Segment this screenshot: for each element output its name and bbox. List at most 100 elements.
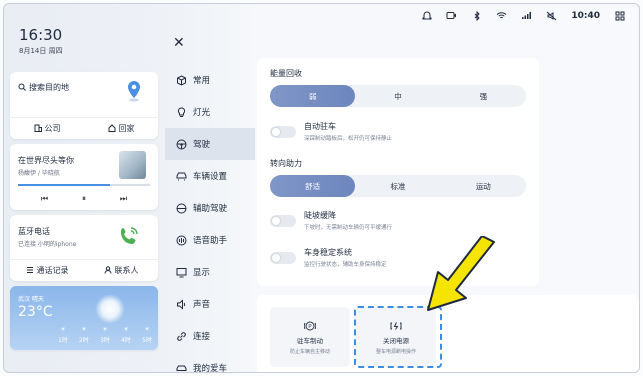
stability-toggle[interactable]: [270, 252, 296, 264]
notification-icon: [421, 10, 432, 21]
house-icon: [108, 123, 116, 134]
screen: 10:40 16:30 8月14日 周四 搜索目的地 公司 回家 在世界尽头等你…: [3, 3, 640, 373]
sun-small-icon: ☀: [102, 326, 108, 333]
sidebar-item-vehicle[interactable]: 车辆设置: [165, 160, 255, 192]
auto-hold-toggle[interactable]: [270, 126, 296, 138]
sidebar-item-label: 显示: [193, 268, 211, 278]
forecast-item: ☀ 4时: [121, 326, 131, 344]
highlight-box: [354, 306, 442, 368]
sidebar-item-display[interactable]: 显示: [165, 256, 255, 288]
sidebar-item-connection[interactable]: 连接: [165, 320, 255, 352]
forecast-hour: 5时: [142, 337, 152, 344]
steering-option-comfort[interactable]: 舒适: [270, 175, 356, 197]
person-icon: [104, 265, 112, 276]
phone-icon: [121, 227, 138, 244]
forecast-item: ☀ 3时: [100, 326, 110, 344]
speaker-icon: [175, 298, 187, 310]
call-log-label: 通话记录: [36, 266, 69, 275]
sidebar-item-label: 辅助驾驶: [193, 204, 228, 214]
pointer-arrow-icon: [427, 236, 495, 311]
steering-assist-label: 转向助力: [270, 159, 302, 168]
sidebar-item-label: 声音: [193, 300, 211, 310]
nav-company-button[interactable]: 公司: [10, 118, 84, 139]
status-bar: 10:40: [421, 10, 625, 21]
hill-descent-title: 陡坡缓降: [304, 211, 336, 220]
steering-option-standard[interactable]: 标准: [355, 175, 440, 197]
parking-brake-desc: 防止车辆自主移动: [289, 348, 330, 355]
map-pin-icon: [128, 81, 140, 102]
stability-title: 车身稳定系统: [304, 248, 352, 257]
bulb-icon: [175, 106, 187, 118]
cube-icon: [175, 74, 187, 86]
bluetooth-icon: [471, 10, 482, 21]
phone-actions: 通话记录 联系人: [10, 259, 158, 281]
assist-icon: [175, 202, 187, 214]
nav-home-label: 回家: [118, 124, 135, 133]
forecast-hour: 3时: [100, 337, 110, 344]
steering-assist-selector: 舒适 标准 运动: [270, 175, 526, 197]
sidebar-item-label: 我的爱车: [193, 364, 228, 373]
close-icon[interactable]: ✕: [173, 36, 187, 50]
parking-brake-icon: P: [304, 321, 316, 330]
display-icon: [175, 266, 187, 278]
status-time: 10:40: [571, 10, 600, 21]
home-date: 8月14日 周四: [19, 47, 63, 55]
weather-card[interactable]: 武汉 晴天 23°C ☀ 1时 ☀ 2时 ☀ 3时 ☀ 4时 ☀ 5时: [10, 286, 158, 350]
sun-small-icon: ☀: [144, 326, 150, 333]
sidebar-item-label: 语音助手: [193, 236, 228, 246]
signal-icon: [521, 10, 532, 21]
energy-recovery-label: 能量回收: [270, 69, 302, 78]
stability-desc: 监控行驶状态，辅助车身保持稳定: [304, 262, 387, 268]
album-cover: [119, 151, 146, 179]
energy-option-weak[interactable]: 弱: [270, 85, 356, 107]
energy-option-strong[interactable]: 强: [441, 85, 526, 107]
nav-company-label: 公司: [44, 124, 61, 133]
sidebar-item-voice[interactable]: 语音助手: [165, 224, 255, 256]
weather-city: 武汉 晴天: [18, 296, 44, 303]
sidebar-item-label: 连接: [193, 332, 211, 342]
building-icon: [34, 124, 42, 134]
list-icon: [26, 266, 34, 276]
voice-icon: [175, 234, 187, 246]
sidebar-item-label: 车辆设置: [193, 172, 228, 182]
call-log-button[interactable]: 通话记录: [10, 260, 84, 281]
sidebar-item-mycar[interactable]: 我的爱车: [165, 352, 255, 373]
forecast-item: ☀ 2时: [79, 326, 89, 344]
sun-small-icon: ☀: [123, 326, 129, 333]
nav-shortcuts: 公司 回家: [10, 117, 158, 139]
search-icon: [18, 83, 26, 93]
car-icon: [175, 170, 187, 182]
parking-brake-card[interactable]: P 驻车制动 防止车辆自主移动: [270, 307, 350, 367]
home-clock: 16:30: [19, 26, 63, 44]
grid-icon[interactable]: [614, 10, 625, 21]
sidebar-item-driving[interactable]: 驾驶: [165, 128, 255, 160]
music-progress[interactable]: [18, 184, 150, 186]
settings-sidebar: ✕ 常用 灯光 驾驶 车辆设置 辅助驾驶 语音助手 显示 声音 连接 我的爱车: [165, 4, 255, 373]
previous-icon[interactable]: ⏮: [41, 194, 48, 204]
sidebar-item-common[interactable]: 常用: [165, 64, 255, 96]
hill-descent-toggle[interactable]: [270, 215, 296, 227]
phone-subtitle: 已连接 小明的iphone: [18, 241, 77, 248]
parking-brake-title: 驻车制动: [297, 336, 323, 345]
contacts-label: 联系人: [114, 266, 139, 275]
auto-hold-title: 自动驻车: [304, 122, 336, 131]
phone-card[interactable]: 蓝牙电话 已连接 小明的iphone 通话记录 联系人: [10, 215, 158, 281]
next-icon[interactable]: ⏭: [120, 194, 127, 204]
destination-search-label: 搜索目的地: [29, 83, 69, 92]
energy-option-medium[interactable]: 中: [355, 85, 440, 107]
navigation-card[interactable]: 搜索目的地 公司 回家: [10, 72, 158, 139]
weather-forecast: ☀ 1时 ☀ 2时 ☀ 3时 ☀ 4时 ☀ 5时: [58, 326, 152, 344]
nav-home-button[interactable]: 回家: [84, 118, 158, 139]
sidebar-item-label: 驾驶: [193, 140, 211, 150]
auto-hold-desc: 深踩制动踏板后，松开仍可保持静止: [304, 136, 393, 142]
sun-small-icon: ☀: [81, 326, 87, 333]
destination-search[interactable]: 搜索目的地: [18, 82, 69, 93]
sidebar-item-assist[interactable]: 辅助驾驶: [165, 192, 255, 224]
steering-option-sport[interactable]: 运动: [441, 175, 526, 197]
music-card[interactable]: 在世界尽头等你 杨馥伊 / 毕晓航 ⏮ ⏸ ⏭: [10, 144, 158, 210]
sidebar-item-sound[interactable]: 声音: [165, 288, 255, 320]
contacts-button[interactable]: 联系人: [84, 260, 158, 281]
sidebar-item-lights[interactable]: 灯光: [165, 96, 255, 128]
pause-icon[interactable]: ⏸: [82, 194, 86, 204]
camera-icon: [446, 10, 457, 21]
